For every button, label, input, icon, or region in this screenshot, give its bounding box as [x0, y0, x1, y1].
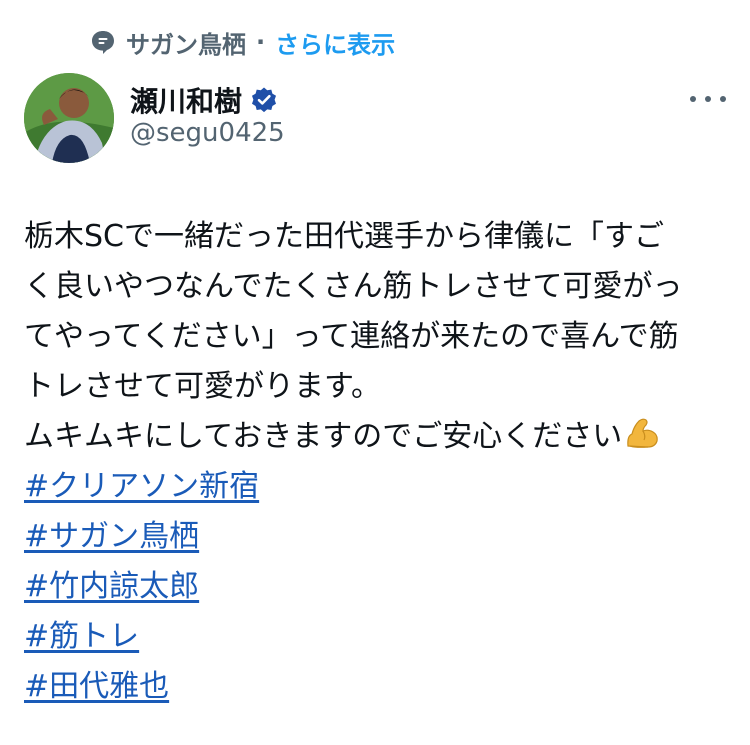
hashtag-link[interactable]: #田代雅也 [24, 662, 259, 712]
hashtag-list: #クリアソン新宿 #サガン鳥栖 #竹内諒太郎 #筋トレ #田代雅也 [24, 462, 259, 712]
community-name[interactable]: サガン鳥栖 [126, 25, 246, 60]
profile-photo [24, 73, 114, 163]
flexed-biceps-icon [624, 416, 660, 450]
post-body: 栃木SCで一緒だった田代選手から律儀に「すご く良いやつなんでたくさん筋トレさせ… [24, 212, 724, 462]
verified-badge-icon[interactable] [250, 86, 278, 114]
more-dot-icon [690, 96, 696, 102]
context-separator: · [256, 28, 266, 56]
hashtag-link[interactable]: #クリアソン新宿 [24, 462, 259, 512]
more-options-button[interactable] [690, 86, 726, 112]
more-dot-icon [720, 96, 726, 102]
hashtag-link[interactable]: #筋トレ [24, 612, 259, 662]
hashtag-link[interactable]: #竹内諒太郎 [24, 562, 259, 612]
post-text-line-last: ムキムキにしておきますのでご安心ください [24, 412, 724, 462]
community-context: サガン鳥栖 · さらに表示 [90, 25, 395, 60]
post-text-line: く良いやつなんでたくさん筋トレさせて可愛がっ [24, 269, 683, 304]
post-text-line: てやってください」って連絡が来たので喜んで筋 [24, 319, 679, 354]
post-text-line: 栃木SCで一緒だった田代選手から律儀に「すご [24, 219, 664, 254]
author-handle[interactable]: @segu0425 [130, 118, 285, 148]
post-text-line: ムキムキにしておきますのでご安心ください [24, 419, 623, 454]
show-more-link[interactable]: さらに表示 [275, 25, 395, 60]
post-text-line: トレさせて可愛がります。 [24, 369, 381, 404]
author-display-name[interactable]: 瀬川和樹 [130, 80, 242, 120]
more-dot-icon [705, 96, 711, 102]
hashtag-link[interactable]: #サガン鳥栖 [24, 512, 259, 562]
community-bubble-icon [90, 29, 116, 55]
author-name-row: 瀬川和樹 [130, 80, 278, 120]
avatar[interactable] [24, 73, 114, 163]
